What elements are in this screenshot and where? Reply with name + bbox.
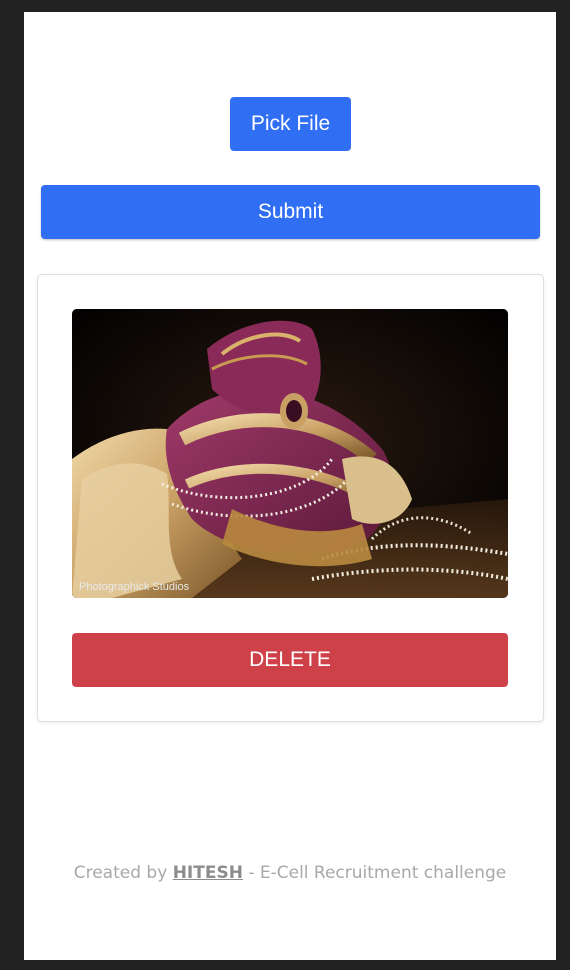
app-page: Pick File Submit Photographick Studios D… <box>24 12 556 960</box>
footer-prefix: Created by <box>73 863 168 883</box>
image-caption: Photographick Studios <box>79 581 190 593</box>
uploaded-image-graphic <box>72 309 508 598</box>
footer: Created by HITESH - E-Cell Recruitment c… <box>24 863 556 883</box>
author-link[interactable]: HITESH <box>173 863 243 883</box>
delete-button[interactable]: DELETE <box>72 633 508 687</box>
pick-file-button[interactable]: Pick File <box>230 97 351 151</box>
uploaded-image: Photographick Studios <box>72 309 508 598</box>
footer-suffix: - E-Cell Recruitment challenge <box>248 863 507 883</box>
submit-button[interactable]: Submit <box>41 185 540 239</box>
uploaded-file-card: Photographick Studios DELETE <box>37 274 544 722</box>
